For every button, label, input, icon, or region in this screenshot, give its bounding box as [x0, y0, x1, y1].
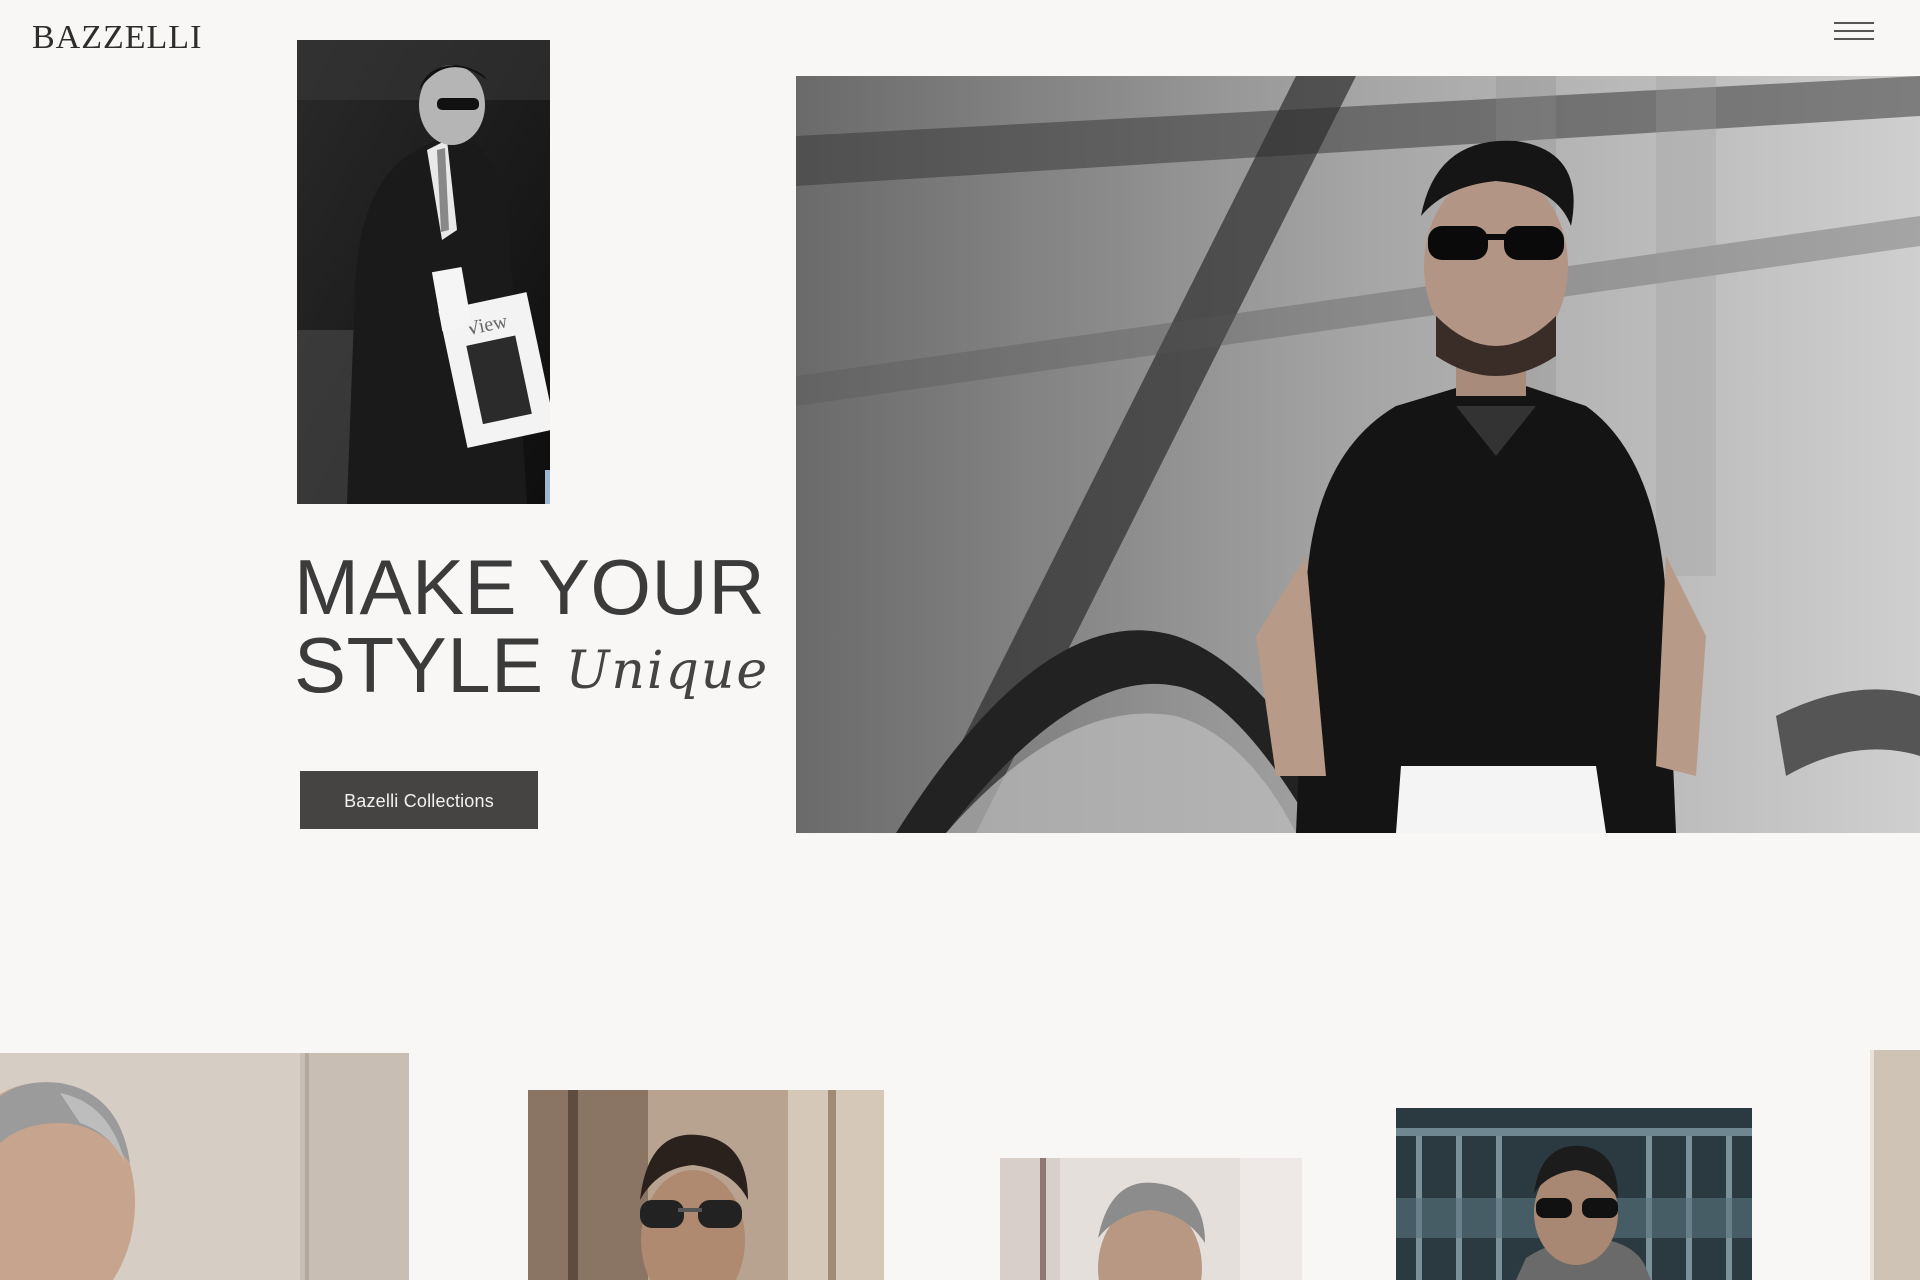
brand-logo[interactable]: BAZZELLI — [32, 18, 202, 58]
collections-button[interactable]: Bazelli Collections — [300, 771, 538, 829]
menu-line — [1834, 30, 1874, 32]
headline-style-word: STYLE — [294, 621, 544, 709]
gallery-photo-1[interactable] — [0, 1053, 409, 1280]
feature-photo-large — [796, 76, 1920, 833]
gallery-photo-5[interactable] — [1870, 1050, 1920, 1280]
gallery-photo-3[interactable] — [1000, 1158, 1302, 1280]
gallery-photo-4[interactable] — [1396, 1108, 1752, 1280]
hamburger-menu-icon[interactable] — [1834, 18, 1874, 44]
menu-line — [1834, 38, 1874, 40]
feature-photo-small: View — [297, 40, 550, 504]
gallery-photo-2[interactable] — [528, 1090, 884, 1280]
headline-line-1: MAKE YOUR — [294, 543, 766, 631]
hero-headline: MAKE YOUR STYLE Unique — [294, 548, 814, 714]
headline-script-word: Unique — [565, 641, 770, 701]
headline-line-2: STYLE Unique — [294, 626, 814, 714]
menu-line — [1834, 22, 1874, 24]
